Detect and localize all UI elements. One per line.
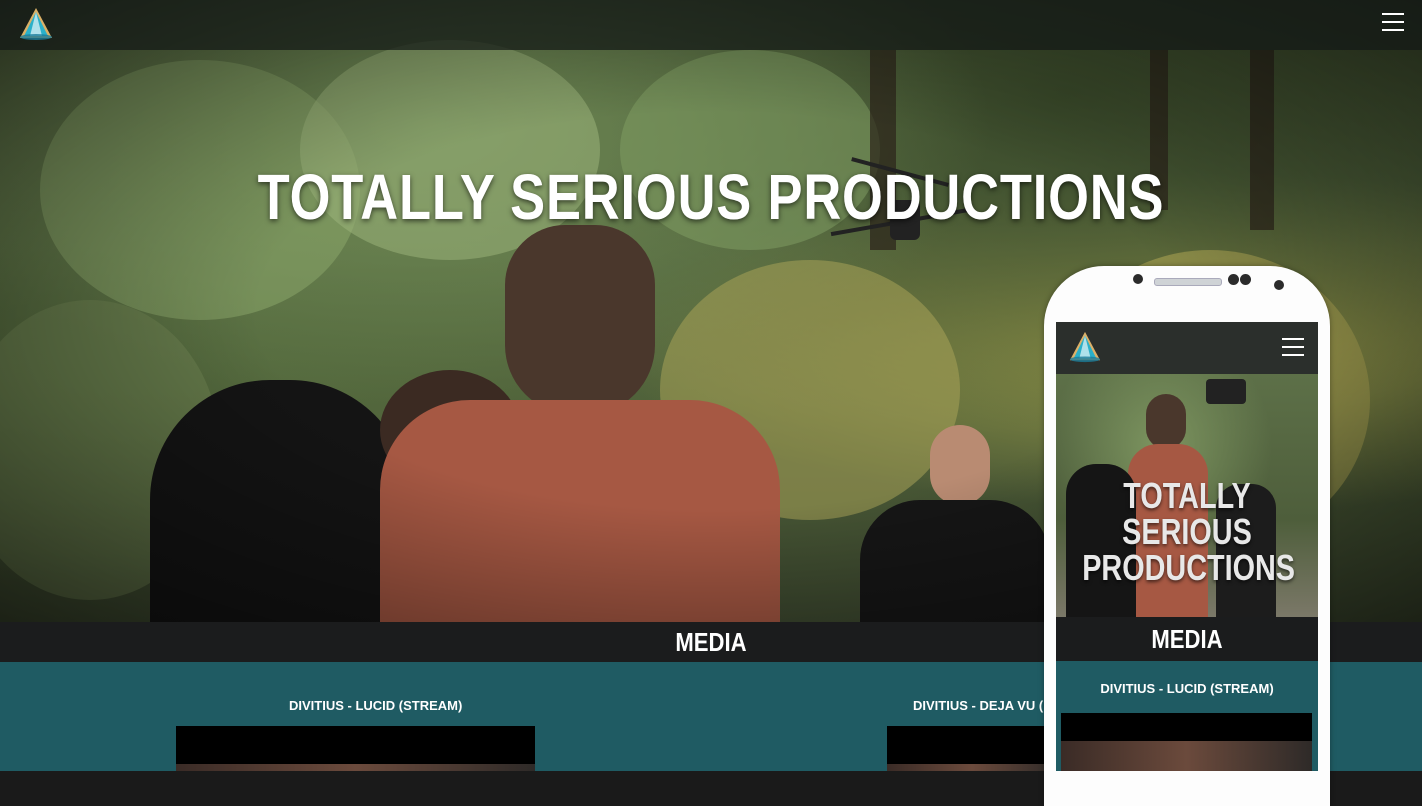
phone-camera [1133,274,1143,284]
mobile-title-line1: TOTALLY SERIOUS [1122,475,1252,552]
video-embed[interactable] [887,726,1057,771]
video-embed[interactable] [176,726,535,771]
video-title: DIVITIUS - LUCID (STREAM) [289,698,463,713]
triangle-logo-icon[interactable] [18,6,54,42]
mobile-media-heading: MEDIA [1151,624,1223,654]
mobile-video-title: DIVITIUS - LUCID (STREAM) [1100,681,1274,696]
mobile-media-content: DIVITIUS - LUCID (STREAM) [1056,661,1318,771]
mobile-title-line2: PRODUCTIONS [1082,547,1296,588]
video-thumbnail [176,764,535,771]
video-thumbnail [1061,741,1312,771]
hamburger-menu-icon[interactable] [1282,338,1304,356]
drone-image [1206,379,1246,404]
phone-sensor [1240,274,1251,285]
phone-speaker [1154,278,1222,286]
hero-title: TOTALLY SERIOUS PRODUCTIONS [257,161,1165,233]
phone-mockup: TOTALLY SERIOUS PRODUCTIONS MEDIA DIVITI… [1044,266,1330,806]
video-thumbnail [887,764,1057,771]
mobile-hero: TOTALLY SERIOUS PRODUCTIONS [1056,374,1318,617]
phone-camera [1274,280,1284,290]
phone-screen: TOTALLY SERIOUS PRODUCTIONS MEDIA DIVITI… [1056,322,1318,771]
hamburger-menu-icon[interactable] [1382,13,1404,31]
person-head [1146,394,1186,449]
mobile-video-embed[interactable] [1061,713,1312,771]
top-nav-bar [0,0,1422,50]
phone-sensor [1228,274,1239,285]
mobile-hero-title: TOTALLY SERIOUS PRODUCTIONS [1082,475,1296,588]
triangle-logo-icon[interactable] [1068,328,1102,366]
mobile-nav-bar [1056,322,1318,374]
